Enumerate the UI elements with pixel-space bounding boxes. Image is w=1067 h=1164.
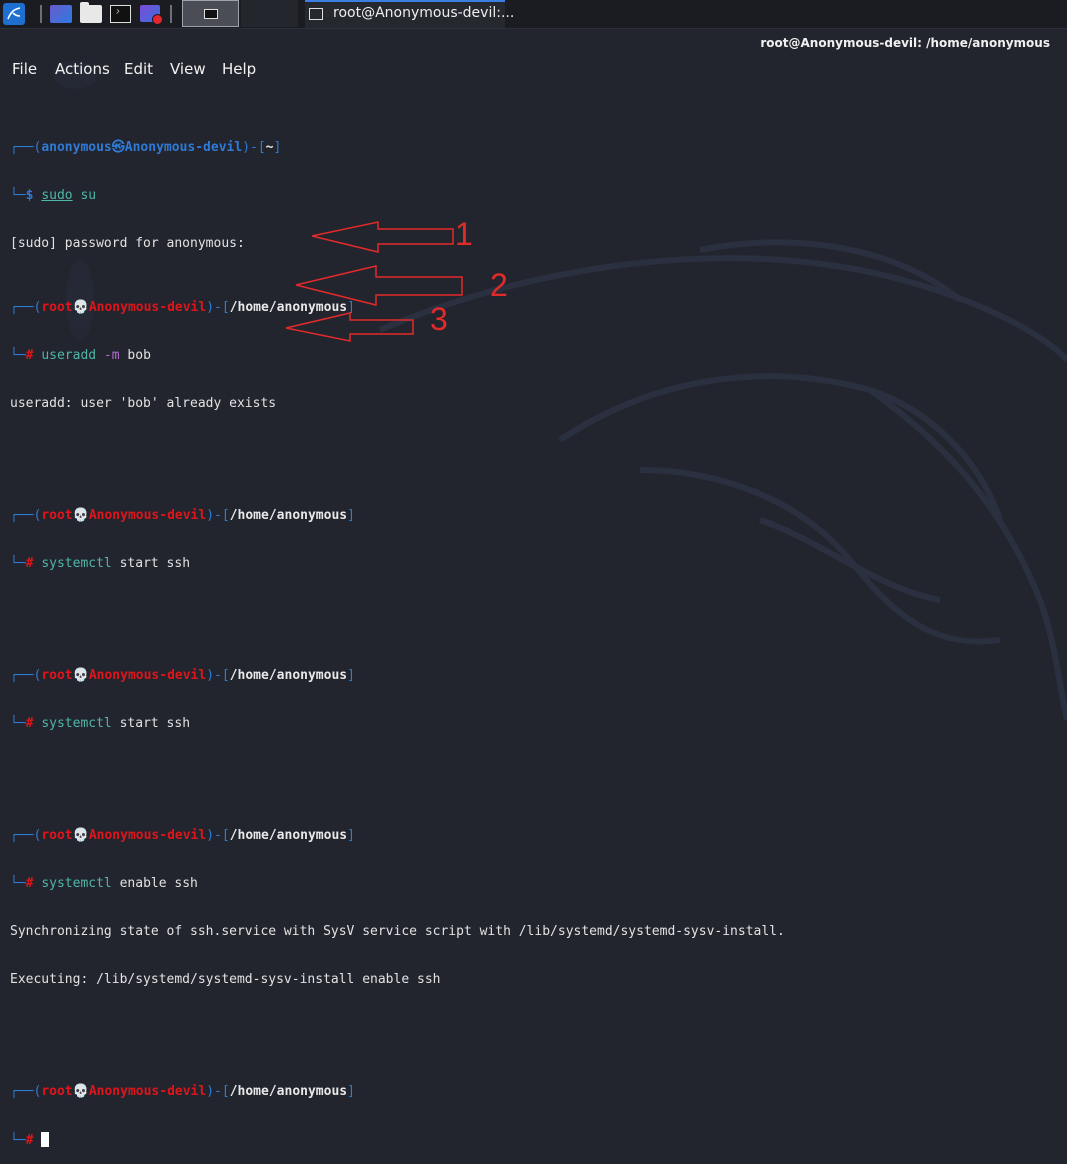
command: systemctl	[41, 876, 112, 891]
prompt-line: ┌──(root💀Anonymous-devil)-[/home/anonymo…	[10, 1084, 355, 1099]
prompt-host: Anonymous-devil	[88, 668, 207, 683]
taskbar-terminal-button[interactable]: root@Anonymous-devil:...	[305, 0, 514, 28]
taskbar-window-title: root@Anonymous-devil:...	[333, 5, 515, 21]
annotation-number-3: 3	[430, 301, 448, 337]
command: systemctl	[41, 716, 112, 731]
prompt-host: Anonymous-devil	[88, 1084, 207, 1099]
kali-menu-icon[interactable]	[3, 3, 25, 25]
menu-view[interactable]: View	[170, 60, 206, 78]
prompt-host: Anonymous-devil	[88, 300, 207, 315]
terminal-output[interactable]: ┌──(anonymous㉿Anonymous-devil)-[~] └─$ s…	[10, 92, 1060, 1164]
command-line: └─# useradd -m bob	[10, 348, 151, 363]
prompt-user: root	[41, 668, 73, 683]
file-manager-icon[interactable]	[80, 2, 102, 23]
command-line: └─# systemctl enable ssh	[10, 876, 198, 891]
output-line: Executing: /lib/systemd/systemd-sysv-ins…	[10, 972, 441, 987]
annotation-number-2: 2	[490, 267, 508, 303]
prompt-path: /home/anonymous	[229, 508, 348, 523]
prompt-line: ┌──(root💀Anonymous-devil)-[/home/anonymo…	[10, 668, 355, 683]
show-desktop-icon[interactable]	[50, 5, 72, 23]
prompt-user: root	[41, 300, 73, 315]
prompt-line: ┌──(root💀Anonymous-devil)-[/home/anonymo…	[10, 300, 355, 315]
command-line: └─$ sudo su	[10, 188, 97, 203]
prompt-user: root	[41, 1084, 73, 1099]
panel-separator	[40, 5, 42, 23]
skull-icon: 💀	[72, 300, 89, 315]
annotation-number-1: 1	[455, 216, 473, 252]
terminal-icon	[309, 8, 323, 20]
command: systemctl	[41, 556, 112, 571]
prompt-path: ~	[265, 140, 274, 155]
command-input-line[interactable]: └─#	[10, 1132, 1060, 1148]
text-cursor	[41, 1132, 50, 1147]
panel-separator	[170, 5, 172, 23]
prompt-path: /home/anonymous	[229, 668, 348, 683]
menu-actions[interactable]: Actions	[55, 60, 110, 78]
terminal-launcher-icon[interactable]	[110, 5, 131, 23]
command: sudo	[41, 188, 73, 203]
skull-icon: 💀	[72, 1084, 89, 1099]
prompt-host: Anonymous-devil	[88, 828, 207, 843]
prompt-host: Anonymous-devil	[124, 140, 243, 155]
output-line: Synchronizing state of ssh.service with …	[10, 924, 785, 939]
screen-recorder-icon[interactable]	[140, 5, 163, 25]
prompt-line: ┌──(anonymous㉿Anonymous-devil)-[~]	[10, 140, 282, 155]
command-line: └─# systemctl start ssh	[10, 556, 191, 571]
command: useradd	[41, 348, 97, 363]
output-line: [sudo] password for anonymous:	[10, 236, 245, 251]
prompt-user: root	[41, 828, 73, 843]
menu-file[interactable]: File	[12, 60, 37, 78]
prompt-user: root	[41, 508, 73, 523]
prompt-path: /home/anonymous	[229, 828, 348, 843]
workspace-1[interactable]	[182, 0, 239, 27]
prompt-line: ┌──(root💀Anonymous-devil)-[/home/anonymo…	[10, 508, 355, 523]
prompt-path: /home/anonymous	[229, 1084, 348, 1099]
workspace-2[interactable]	[241, 0, 298, 27]
prompt-host: Anonymous-devil	[88, 508, 207, 523]
prompt-path: /home/anonymous	[229, 300, 348, 315]
menu-help[interactable]: Help	[222, 60, 256, 78]
menu-edit[interactable]: Edit	[124, 60, 153, 78]
skull-icon: 💀	[72, 508, 89, 523]
top-panel: root@Anonymous-devil:...	[0, 0, 1067, 29]
window-title: root@Anonymous-devil: /home/anonymous	[760, 36, 1050, 50]
output-line: useradd: user 'bob' already exists	[10, 396, 277, 411]
skull-icon: 💀	[72, 828, 89, 843]
skull-icon: 💀	[72, 668, 89, 683]
prompt-line: ┌──(root💀Anonymous-devil)-[/home/anonymo…	[10, 828, 355, 843]
window-thumbnail-icon	[204, 9, 218, 19]
prompt-user: anonymous	[41, 140, 112, 155]
command-line: └─# systemctl start ssh	[10, 716, 191, 731]
